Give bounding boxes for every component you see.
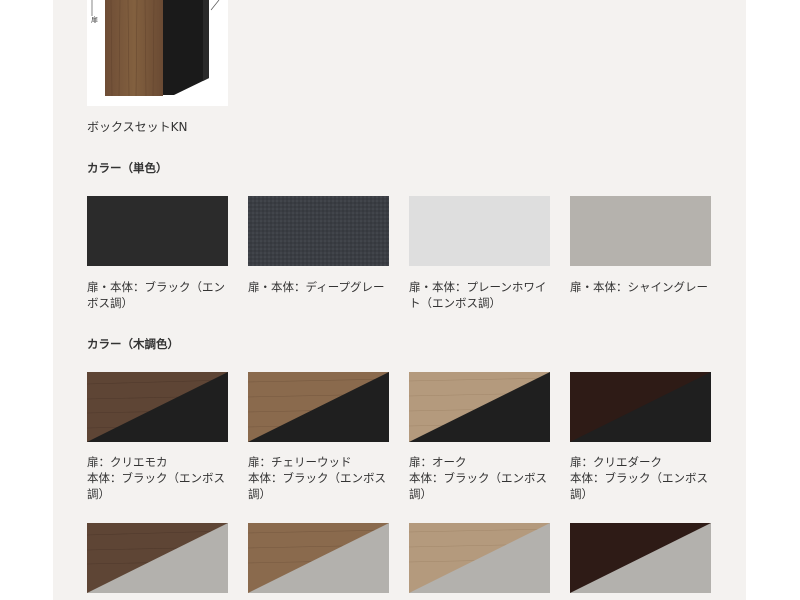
caption-door: 扉：クリエダーク xyxy=(570,455,662,469)
swatch-shine-grey[interactable] xyxy=(570,196,711,266)
swatch-plain-white[interactable] xyxy=(409,196,550,266)
swatch-crie-dark-grey[interactable] xyxy=(570,523,711,593)
caption-body: 本体：ブラック（エンボス調） xyxy=(409,471,547,501)
caption-body: 本体：ブラック（エンボス調） xyxy=(248,471,386,501)
caption-oak: 扉：オーク 本体：ブラック（エンボス調） xyxy=(409,454,557,502)
caption-shine-grey: 扉・本体：シャイングレー xyxy=(570,280,708,294)
swatch-deep-grey[interactable] xyxy=(248,196,389,266)
swatch-crie-dark-black[interactable] xyxy=(570,372,711,442)
product-image: 扉 xyxy=(87,0,228,106)
swatch-crie-mocha-grey[interactable] xyxy=(87,523,228,593)
door-label: 扉 xyxy=(91,15,98,24)
caption-door: 扉：クリエモカ xyxy=(87,455,168,469)
section-heading-solid: カラー（単色） xyxy=(87,161,168,175)
caption-body: 本体：ブラック（エンボス調） xyxy=(87,471,225,501)
caption-crie-mocha: 扉：クリエモカ 本体：ブラック（エンボス調） xyxy=(87,454,235,502)
caption-body: 本体：ブラック（エンボス調） xyxy=(570,471,708,501)
swatch-crie-mocha-black[interactable] xyxy=(87,372,228,442)
caption-black-emboss: 扉・本体：ブラック（エンボス調） xyxy=(87,280,225,310)
caption-door: 扉：チェリーウッド xyxy=(248,455,352,469)
caption-door: 扉：オーク xyxy=(409,455,467,469)
swatch-black-emboss[interactable] xyxy=(87,196,228,266)
caption-deep-grey: 扉・本体：ディープグレー xyxy=(248,280,385,294)
caption-crie-dark: 扉：クリエダーク 本体：ブラック（エンボス調） xyxy=(570,454,718,502)
caption-cherry-wood: 扉：チェリーウッド 本体：ブラック（エンボス調） xyxy=(248,454,396,502)
swatch-cherry-wood-black[interactable] xyxy=(248,372,389,442)
swatch-oak-black[interactable] xyxy=(409,372,550,442)
product-name: ボックスセットKN xyxy=(87,120,188,134)
swatch-oak-grey[interactable] xyxy=(409,523,550,593)
swatch-cherry-wood-grey[interactable] xyxy=(248,523,389,593)
caption-plain-white: 扉・本体：プレーンホワイト（エンボス調） xyxy=(409,280,547,310)
section-heading-wood: カラー（木調色） xyxy=(87,337,179,351)
